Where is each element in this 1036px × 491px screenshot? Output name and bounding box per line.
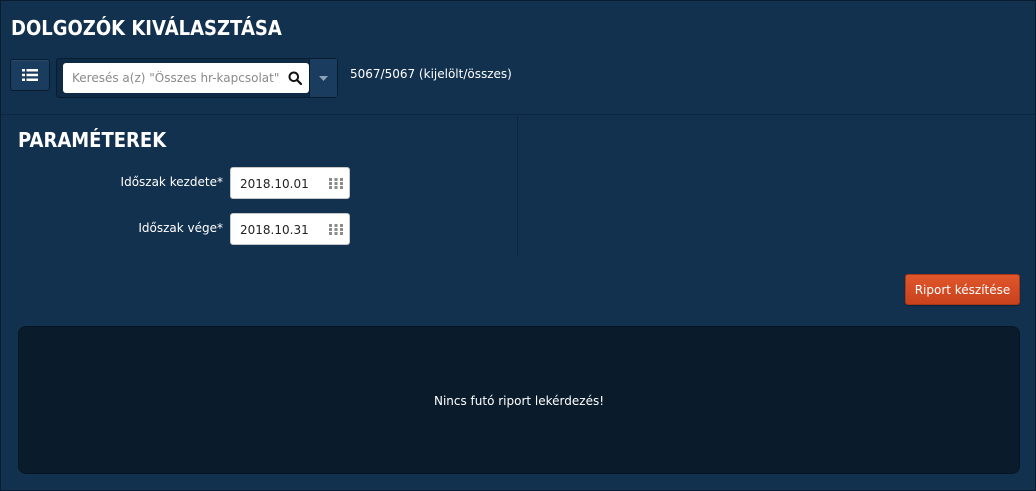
end-date-label: Időszak vége* xyxy=(138,221,223,235)
end-date-input[interactable]: 2018.10.31 xyxy=(230,213,350,245)
search-icon[interactable] xyxy=(288,71,302,85)
list-view-button[interactable] xyxy=(10,59,50,91)
calendar-icon[interactable] xyxy=(329,178,343,189)
search-group xyxy=(56,58,338,98)
app-window: DOLGOZÓK KIVÁLASZTÁSA 5067/5067 (kijelöl… xyxy=(0,0,1036,491)
calendar-icon[interactable] xyxy=(329,224,343,235)
list-icon xyxy=(22,69,38,81)
selection-count: 5067/5067 (kijelölt/összes) xyxy=(350,67,512,81)
caret-down-icon xyxy=(319,75,328,81)
search-field[interactable] xyxy=(63,63,309,93)
start-date-value: 2018.10.01 xyxy=(240,177,309,191)
no-report-message: Nincs futó riport lekérdezés! xyxy=(433,394,605,408)
search-dropdown-button[interactable] xyxy=(309,59,337,97)
panel-divider xyxy=(517,116,518,256)
end-date-value: 2018.10.31 xyxy=(240,223,309,237)
start-date-input[interactable]: 2018.10.01 xyxy=(230,167,350,199)
page-title: DOLGOZÓK KIVÁLASZTÁSA xyxy=(11,16,282,40)
create-report-button[interactable]: Riport készítése xyxy=(905,274,1020,305)
section-divider xyxy=(1,114,1035,115)
start-date-label: Időszak kezdete* xyxy=(120,175,223,189)
report-result-panel: Nincs futó riport lekérdezés! xyxy=(18,326,1020,474)
search-input[interactable] xyxy=(63,63,283,93)
parameters-title: PARAMÉTEREK xyxy=(18,128,167,152)
